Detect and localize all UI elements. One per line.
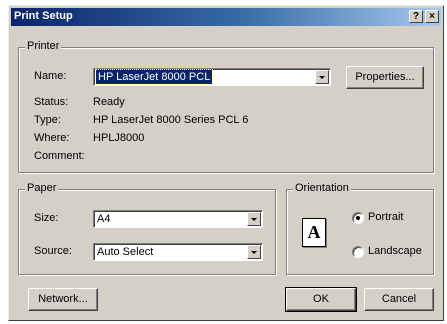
paper-source-select[interactable]: Auto Select [93,243,263,261]
status-label: Status: [34,96,69,108]
chevron-down-icon[interactable] [315,70,329,84]
ok-button[interactable]: OK [285,287,357,312]
title-bar[interactable]: Print Setup ? × [11,8,441,26]
paper-size-value: A4 [97,213,111,225]
portrait-label[interactable]: Portrait [368,211,403,223]
status-value: Ready [93,96,125,108]
where-label: Where: [34,132,70,144]
where-value: HPLJ8000 [93,132,145,144]
comment-label: Comment: [34,150,85,162]
size-label: Size: [34,212,59,224]
landscape-label[interactable]: Landscape [368,245,422,257]
orientation-group: Orientation A Portrait Landscape [286,182,434,275]
close-button[interactable]: × [425,10,439,23]
paper-size-select[interactable]: A4 [93,210,263,228]
chevron-down-icon[interactable] [247,245,261,259]
paper-group-label: Paper [25,182,59,194]
type-label: Type: [34,114,61,126]
help-button[interactable]: ? [409,10,423,23]
orientation-group-label: Orientation [293,182,351,194]
network-button[interactable]: Network... [28,288,98,311]
portrait-page-icon: A [302,218,326,247]
chevron-down-icon[interactable] [247,212,261,226]
window-title: Print Setup [14,10,73,22]
landscape-radio[interactable] [352,246,364,258]
source-label: Source: [34,245,72,257]
paper-source-value: Auto Select [97,246,154,258]
name-label: Name: [34,70,67,82]
type-value: HP LaserJet 8000 Series PCL 6 [93,114,249,126]
printer-group-label: Printer [25,40,62,52]
printer-group: Printer Name: HP LaserJet 8000 PCL Prope… [18,40,434,173]
print-setup-dialog: Print Setup ? × Printer Name: HP LaserJe… [8,5,444,321]
paper-group: Paper Size: A4 Source: Auto Select [18,182,276,275]
printer-name-value: HP LaserJet 8000 PCL [94,69,214,85]
cancel-button[interactable]: Cancel [364,288,434,311]
portrait-radio[interactable] [352,212,364,224]
properties-button[interactable]: Properties... [346,66,424,89]
printer-name-select[interactable]: HP LaserJet 8000 PCL [93,68,331,86]
